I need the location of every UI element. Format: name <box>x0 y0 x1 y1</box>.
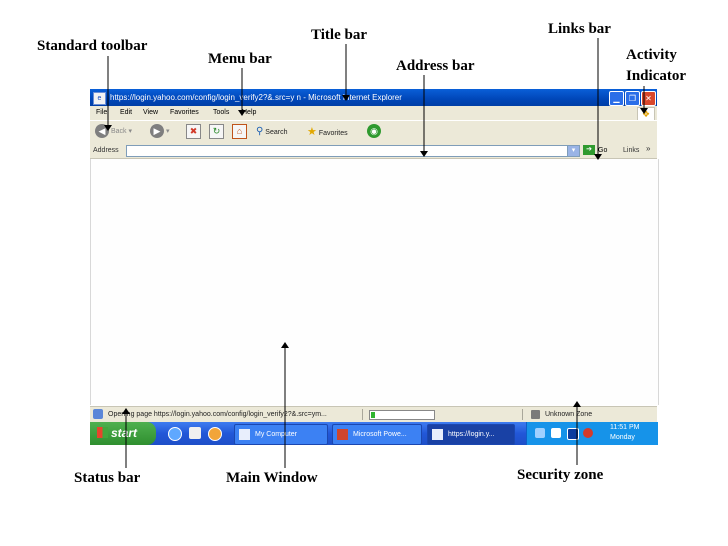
media-icon: ◉ <box>367 124 381 139</box>
page-loading-icon <box>93 409 103 419</box>
address-label: Address <box>93 147 119 154</box>
back-button[interactable]: ◀ Back ▾ <box>95 124 132 140</box>
main-window-content[interactable] <box>90 159 659 405</box>
address-bar: Address ▾ ➔ Go Links » <box>90 143 657 159</box>
callout-links-bar: Links bar <box>548 21 611 37</box>
links-chevron-icon[interactable]: » <box>646 141 650 156</box>
refresh-icon: ↻ <box>209 124 224 139</box>
desktop-quicklaunch-icon[interactable] <box>189 427 201 439</box>
menu-edit[interactable]: Edit <box>120 106 132 120</box>
ie-quicklaunch-icon[interactable] <box>168 427 182 441</box>
links-bar[interactable]: Links <box>623 143 639 158</box>
forward-button[interactable]: ▶ ▾ <box>150 124 169 140</box>
powerpoint-icon <box>337 429 348 440</box>
status-separator <box>362 409 363 420</box>
start-button[interactable]: start <box>90 422 156 445</box>
task-label: My Computer <box>255 431 298 438</box>
back-label: Back <box>110 128 127 135</box>
task-label: https://login.y... <box>448 431 495 438</box>
clock-day: Monday <box>610 434 635 441</box>
favorites-label: Favorites <box>318 130 348 137</box>
network-tray-icon[interactable] <box>535 428 545 438</box>
computer-icon <box>239 429 250 440</box>
menu-view[interactable]: View <box>143 106 158 120</box>
ie-page-icon <box>432 429 443 440</box>
refresh-button[interactable]: ↻ <box>209 124 224 140</box>
volume-tray-icon[interactable] <box>551 428 561 438</box>
callout-activity-indicator-line2: Indicator <box>626 68 686 84</box>
search-label: Search <box>265 129 288 136</box>
go-arrow-icon[interactable]: ➔ <box>583 145 595 155</box>
chevron-down-icon: ▾ <box>128 128 132 135</box>
start-label: start <box>111 426 138 440</box>
callout-menu-bar: Menu bar <box>208 51 272 67</box>
address-input[interactable] <box>126 145 568 157</box>
activity-indicator-icon: ❖ <box>637 107 655 121</box>
chevron-down-icon: ▾ <box>165 128 170 135</box>
task-label: Microsoft Powe... <box>353 431 407 438</box>
callout-main-window: Main Window <box>226 470 318 486</box>
menu-file[interactable]: File <box>96 106 107 120</box>
callout-security-zone: Security zone <box>517 467 604 483</box>
search-button[interactable]: ⚲ Search <box>256 124 287 140</box>
standard-toolbar: ◀ Back ▾ ▶ ▾ ✖ ↻ ⌂ ⚲ Search ★ Favorites … <box>90 120 657 144</box>
status-separator <box>522 409 523 420</box>
stop-icon: ✖ <box>186 124 201 139</box>
status-bar: Opening page https://login.yahoo.com/con… <box>90 406 657 422</box>
windows-flag-icon <box>97 427 108 438</box>
task-my-computer[interactable]: My Computer <box>234 424 328 445</box>
menu-help[interactable]: Help <box>242 106 256 120</box>
callout-standard-toolbar: Standard toolbar <box>37 38 148 54</box>
menu-bar: File Edit View Favorites Tools Help ❖ <box>90 106 657 121</box>
go-button[interactable]: Go <box>598 143 607 158</box>
callout-address-bar: Address bar <box>396 58 475 74</box>
menu-tools[interactable]: Tools <box>213 106 229 120</box>
forward-arrow-icon: ▶ <box>150 124 164 139</box>
minimize-button[interactable]: ▁ <box>609 91 624 106</box>
close-button[interactable]: ✕ <box>641 91 656 106</box>
callout-activity-indicator-line1: Activity <box>626 47 677 63</box>
progress-bar <box>369 410 435 420</box>
task-microsoft-powerpoint[interactable]: Microsoft Powe... <box>332 424 422 445</box>
progress-fill <box>371 412 375 418</box>
home-button[interactable]: ⌂ <box>232 124 247 140</box>
ie-window: e https://login.yahoo.com/config/login_v… <box>90 89 659 445</box>
security-zone-text: Unknown Zone <box>545 411 593 418</box>
media-button[interactable]: ◉ <box>367 124 381 140</box>
star-icon: ★ <box>307 126 317 138</box>
ie-page-icon: e <box>93 92 106 105</box>
security-zone-icon <box>531 410 540 419</box>
media-quicklaunch-icon[interactable] <box>208 427 222 441</box>
favorites-button[interactable]: ★ Favorites <box>307 124 348 140</box>
back-arrow-icon: ◀ <box>95 124 109 139</box>
menu-favorites[interactable]: Favorites <box>170 106 199 120</box>
monitor-tray-icon[interactable] <box>567 428 579 440</box>
status-text: Opening page https://login.yahoo.com/con… <box>108 411 327 418</box>
search-icon: ⚲ <box>256 126 264 137</box>
window-title: https://login.yahoo.com/config/login_ver… <box>110 93 402 102</box>
task-internet-explorer[interactable]: https://login.y... <box>427 424 515 445</box>
callout-status-bar: Status bar <box>74 470 141 486</box>
taskbar-clock[interactable]: 11:51 PM Monday <box>610 423 639 443</box>
address-dropdown-button[interactable]: ▾ <box>567 145 580 157</box>
security-tray-icon[interactable] <box>583 428 593 438</box>
stop-button[interactable]: ✖ <box>186 124 201 140</box>
callout-title-bar: Title bar <box>311 27 367 43</box>
taskbar: start My Computer Microsoft Powe... http… <box>90 422 658 445</box>
title-bar[interactable]: e https://login.yahoo.com/config/login_v… <box>90 89 657 106</box>
clock-time: 11:51 PM <box>610 424 640 431</box>
maximize-button[interactable]: ❐ <box>625 91 640 106</box>
home-icon: ⌂ <box>232 124 247 139</box>
